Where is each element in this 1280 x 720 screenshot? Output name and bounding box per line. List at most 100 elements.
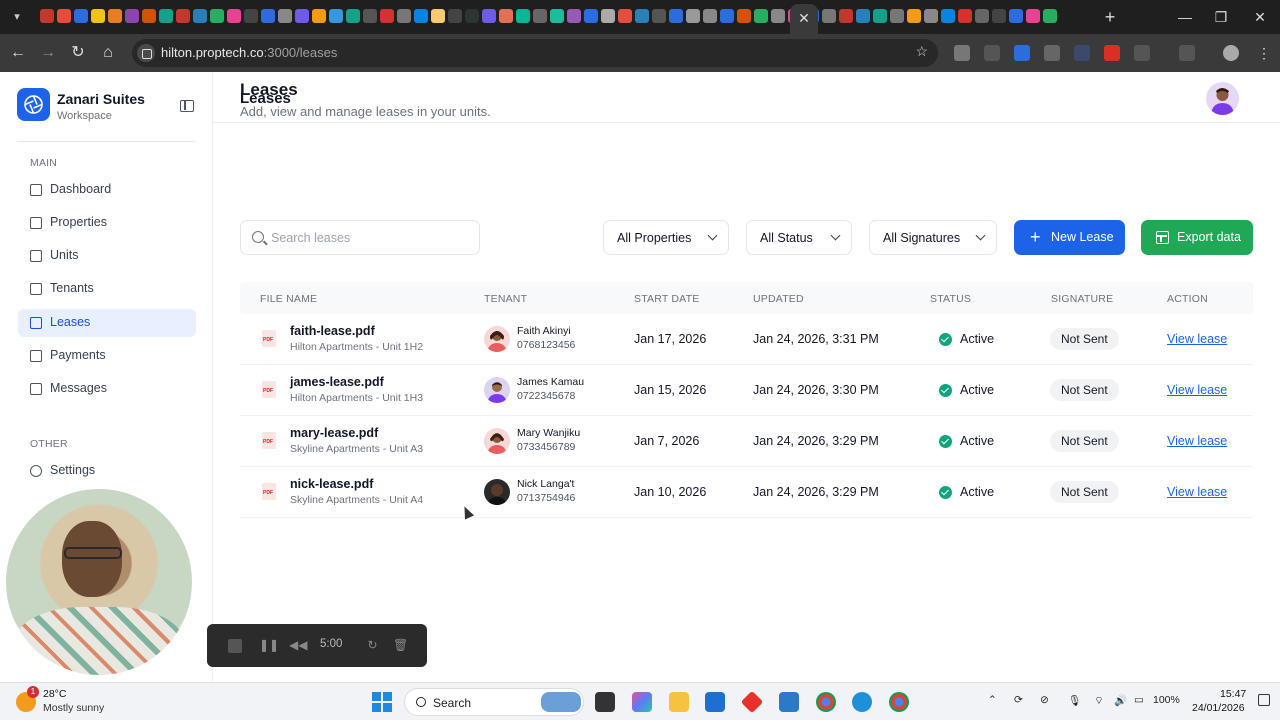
task-view-icon[interactable] bbox=[595, 692, 615, 712]
battery-icon[interactable]: ▭ bbox=[1134, 694, 1144, 706]
tab-favicon[interactable] bbox=[176, 9, 190, 23]
tab-favicon[interactable] bbox=[312, 9, 326, 23]
extension-icon[interactable] bbox=[954, 45, 970, 61]
signatures-filter[interactable]: All Signatures bbox=[869, 220, 997, 255]
properties-filter[interactable]: All Properties bbox=[603, 220, 729, 255]
extensions-puzzle-icon[interactable] bbox=[1134, 45, 1150, 61]
vscode-icon[interactable] bbox=[779, 692, 799, 712]
tab-favicon[interactable] bbox=[125, 9, 139, 23]
extension-icon[interactable] bbox=[1104, 45, 1120, 61]
tab-favicon[interactable] bbox=[873, 9, 887, 23]
tab-favicon[interactable] bbox=[431, 9, 445, 23]
tab-favicon[interactable] bbox=[108, 9, 122, 23]
tab-favicon[interactable] bbox=[975, 9, 989, 23]
copilot-icon[interactable] bbox=[632, 692, 652, 712]
tab-favicon[interactable] bbox=[652, 9, 666, 23]
tab-favicon[interactable] bbox=[533, 9, 547, 23]
tab-favicon[interactable] bbox=[703, 9, 717, 23]
tab-favicon[interactable] bbox=[193, 9, 207, 23]
tab-favicon[interactable] bbox=[363, 9, 377, 23]
profile-icon[interactable] bbox=[1223, 45, 1239, 61]
tab-favicon[interactable] bbox=[448, 9, 462, 23]
weather-description[interactable]: Mostly sunny bbox=[43, 702, 104, 714]
notification-center-icon[interactable] bbox=[1258, 694, 1270, 706]
url-text[interactable]: hilton.proptech.co:3000/leases bbox=[161, 45, 337, 60]
back-icon[interactable]: ← bbox=[8, 43, 28, 63]
file-name[interactable]: mary-lease.pdf bbox=[290, 426, 378, 440]
tab-favicon[interactable] bbox=[567, 9, 581, 23]
tab-favicon[interactable] bbox=[159, 9, 173, 23]
sidebar-item-dashboard[interactable]: Dashboard bbox=[18, 176, 196, 204]
windows-start-icon[interactable] bbox=[372, 692, 392, 712]
tab-favicon[interactable] bbox=[91, 9, 105, 23]
new-lease-button[interactable]: + New Lease bbox=[1014, 220, 1125, 255]
restore-icon[interactable]: ❐ bbox=[1206, 6, 1236, 28]
site-info-icon[interactable] bbox=[137, 44, 155, 62]
pause-icon[interactable]: ❚❚ bbox=[259, 638, 279, 653]
rewind-icon[interactable]: ◀◀ bbox=[289, 638, 307, 653]
tab-search-icon[interactable]: ▾ bbox=[8, 8, 26, 26]
webcam-overlay[interactable] bbox=[6, 489, 192, 675]
tab-favicon[interactable] bbox=[1026, 9, 1040, 23]
store-icon[interactable] bbox=[705, 692, 725, 712]
view-lease-link[interactable]: View lease bbox=[1167, 383, 1227, 397]
stop-record-icon[interactable] bbox=[228, 639, 242, 653]
location-off-icon[interactable]: ⊘ bbox=[1040, 694, 1049, 706]
sidebar-item-messages[interactable]: Messages bbox=[18, 375, 196, 403]
app-icon[interactable] bbox=[740, 690, 764, 714]
file-name[interactable]: faith-lease.pdf bbox=[290, 324, 375, 338]
sync-icon[interactable]: ⟳ bbox=[1014, 694, 1023, 706]
file-name[interactable]: james-lease.pdf bbox=[290, 375, 384, 389]
tab-favicon[interactable] bbox=[397, 9, 411, 23]
tab-favicon[interactable] bbox=[822, 9, 836, 23]
tab-favicon[interactable] bbox=[278, 9, 292, 23]
search-box[interactable] bbox=[240, 220, 480, 255]
clock-date[interactable]: 24/01/2026 bbox=[1192, 702, 1245, 714]
tab-favicon[interactable] bbox=[584, 9, 598, 23]
extension-icon[interactable] bbox=[1014, 45, 1030, 61]
view-lease-link[interactable]: View lease bbox=[1167, 485, 1227, 499]
reload-icon[interactable]: ↻ bbox=[68, 43, 88, 63]
volume-icon[interactable]: 🔊 bbox=[1114, 694, 1127, 707]
tab-favicon[interactable] bbox=[465, 9, 479, 23]
chrome-icon[interactable] bbox=[816, 692, 836, 712]
search-input[interactable] bbox=[271, 229, 471, 247]
tab-favicon[interactable] bbox=[771, 9, 785, 23]
tab-favicon[interactable] bbox=[40, 9, 54, 23]
weather-temperature[interactable]: 28°C bbox=[43, 688, 66, 700]
tab-favicon[interactable] bbox=[737, 9, 751, 23]
tab-favicon[interactable] bbox=[992, 9, 1006, 23]
restart-icon[interactable]: ↻ bbox=[365, 638, 380, 653]
file-explorer-icon[interactable] bbox=[669, 692, 689, 712]
view-lease-link[interactable]: View lease bbox=[1167, 434, 1227, 448]
bookmark-star-icon[interactable]: ☆ bbox=[915, 43, 928, 60]
wifi-icon[interactable]: ⌔ bbox=[1094, 694, 1104, 708]
camera-extension-icon[interactable] bbox=[1044, 45, 1060, 61]
tab-favicon[interactable] bbox=[720, 9, 734, 23]
tab-favicon[interactable] bbox=[329, 9, 343, 23]
chrome-profile-icon[interactable] bbox=[889, 692, 909, 712]
tab-favicon[interactable] bbox=[907, 9, 921, 23]
tab-favicon[interactable] bbox=[414, 9, 428, 23]
view-lease-link[interactable]: View lease bbox=[1167, 332, 1227, 346]
sidebar-item-units[interactable]: Units bbox=[18, 242, 196, 270]
tab-favicon[interactable] bbox=[1009, 9, 1023, 23]
address-bar[interactable]: hilton.proptech.co:3000/leases ☆ bbox=[132, 39, 938, 67]
tab-favicon[interactable] bbox=[958, 9, 972, 23]
status-filter[interactable]: All Status bbox=[746, 220, 852, 255]
tab-favicon[interactable] bbox=[142, 9, 156, 23]
tab-favicon[interactable] bbox=[346, 9, 360, 23]
tab-favicon[interactable] bbox=[890, 9, 904, 23]
minimize-icon[interactable]: — bbox=[1170, 6, 1200, 28]
export-data-button[interactable]: Export data bbox=[1141, 220, 1253, 255]
active-tab-close-icon[interactable]: ✕ bbox=[790, 4, 818, 34]
window-close-icon[interactable]: ✕ bbox=[1245, 6, 1275, 28]
tab-favicon[interactable] bbox=[244, 9, 258, 23]
tab-favicon[interactable] bbox=[74, 9, 88, 23]
tab-favicon[interactable] bbox=[482, 9, 496, 23]
tab-favicon[interactable] bbox=[1043, 9, 1057, 23]
sidebar-item-tenants[interactable]: Tenants bbox=[18, 275, 196, 303]
favorites-icon[interactable] bbox=[1179, 45, 1195, 61]
user-avatar[interactable] bbox=[1206, 82, 1239, 115]
tab-favicon[interactable] bbox=[601, 9, 615, 23]
